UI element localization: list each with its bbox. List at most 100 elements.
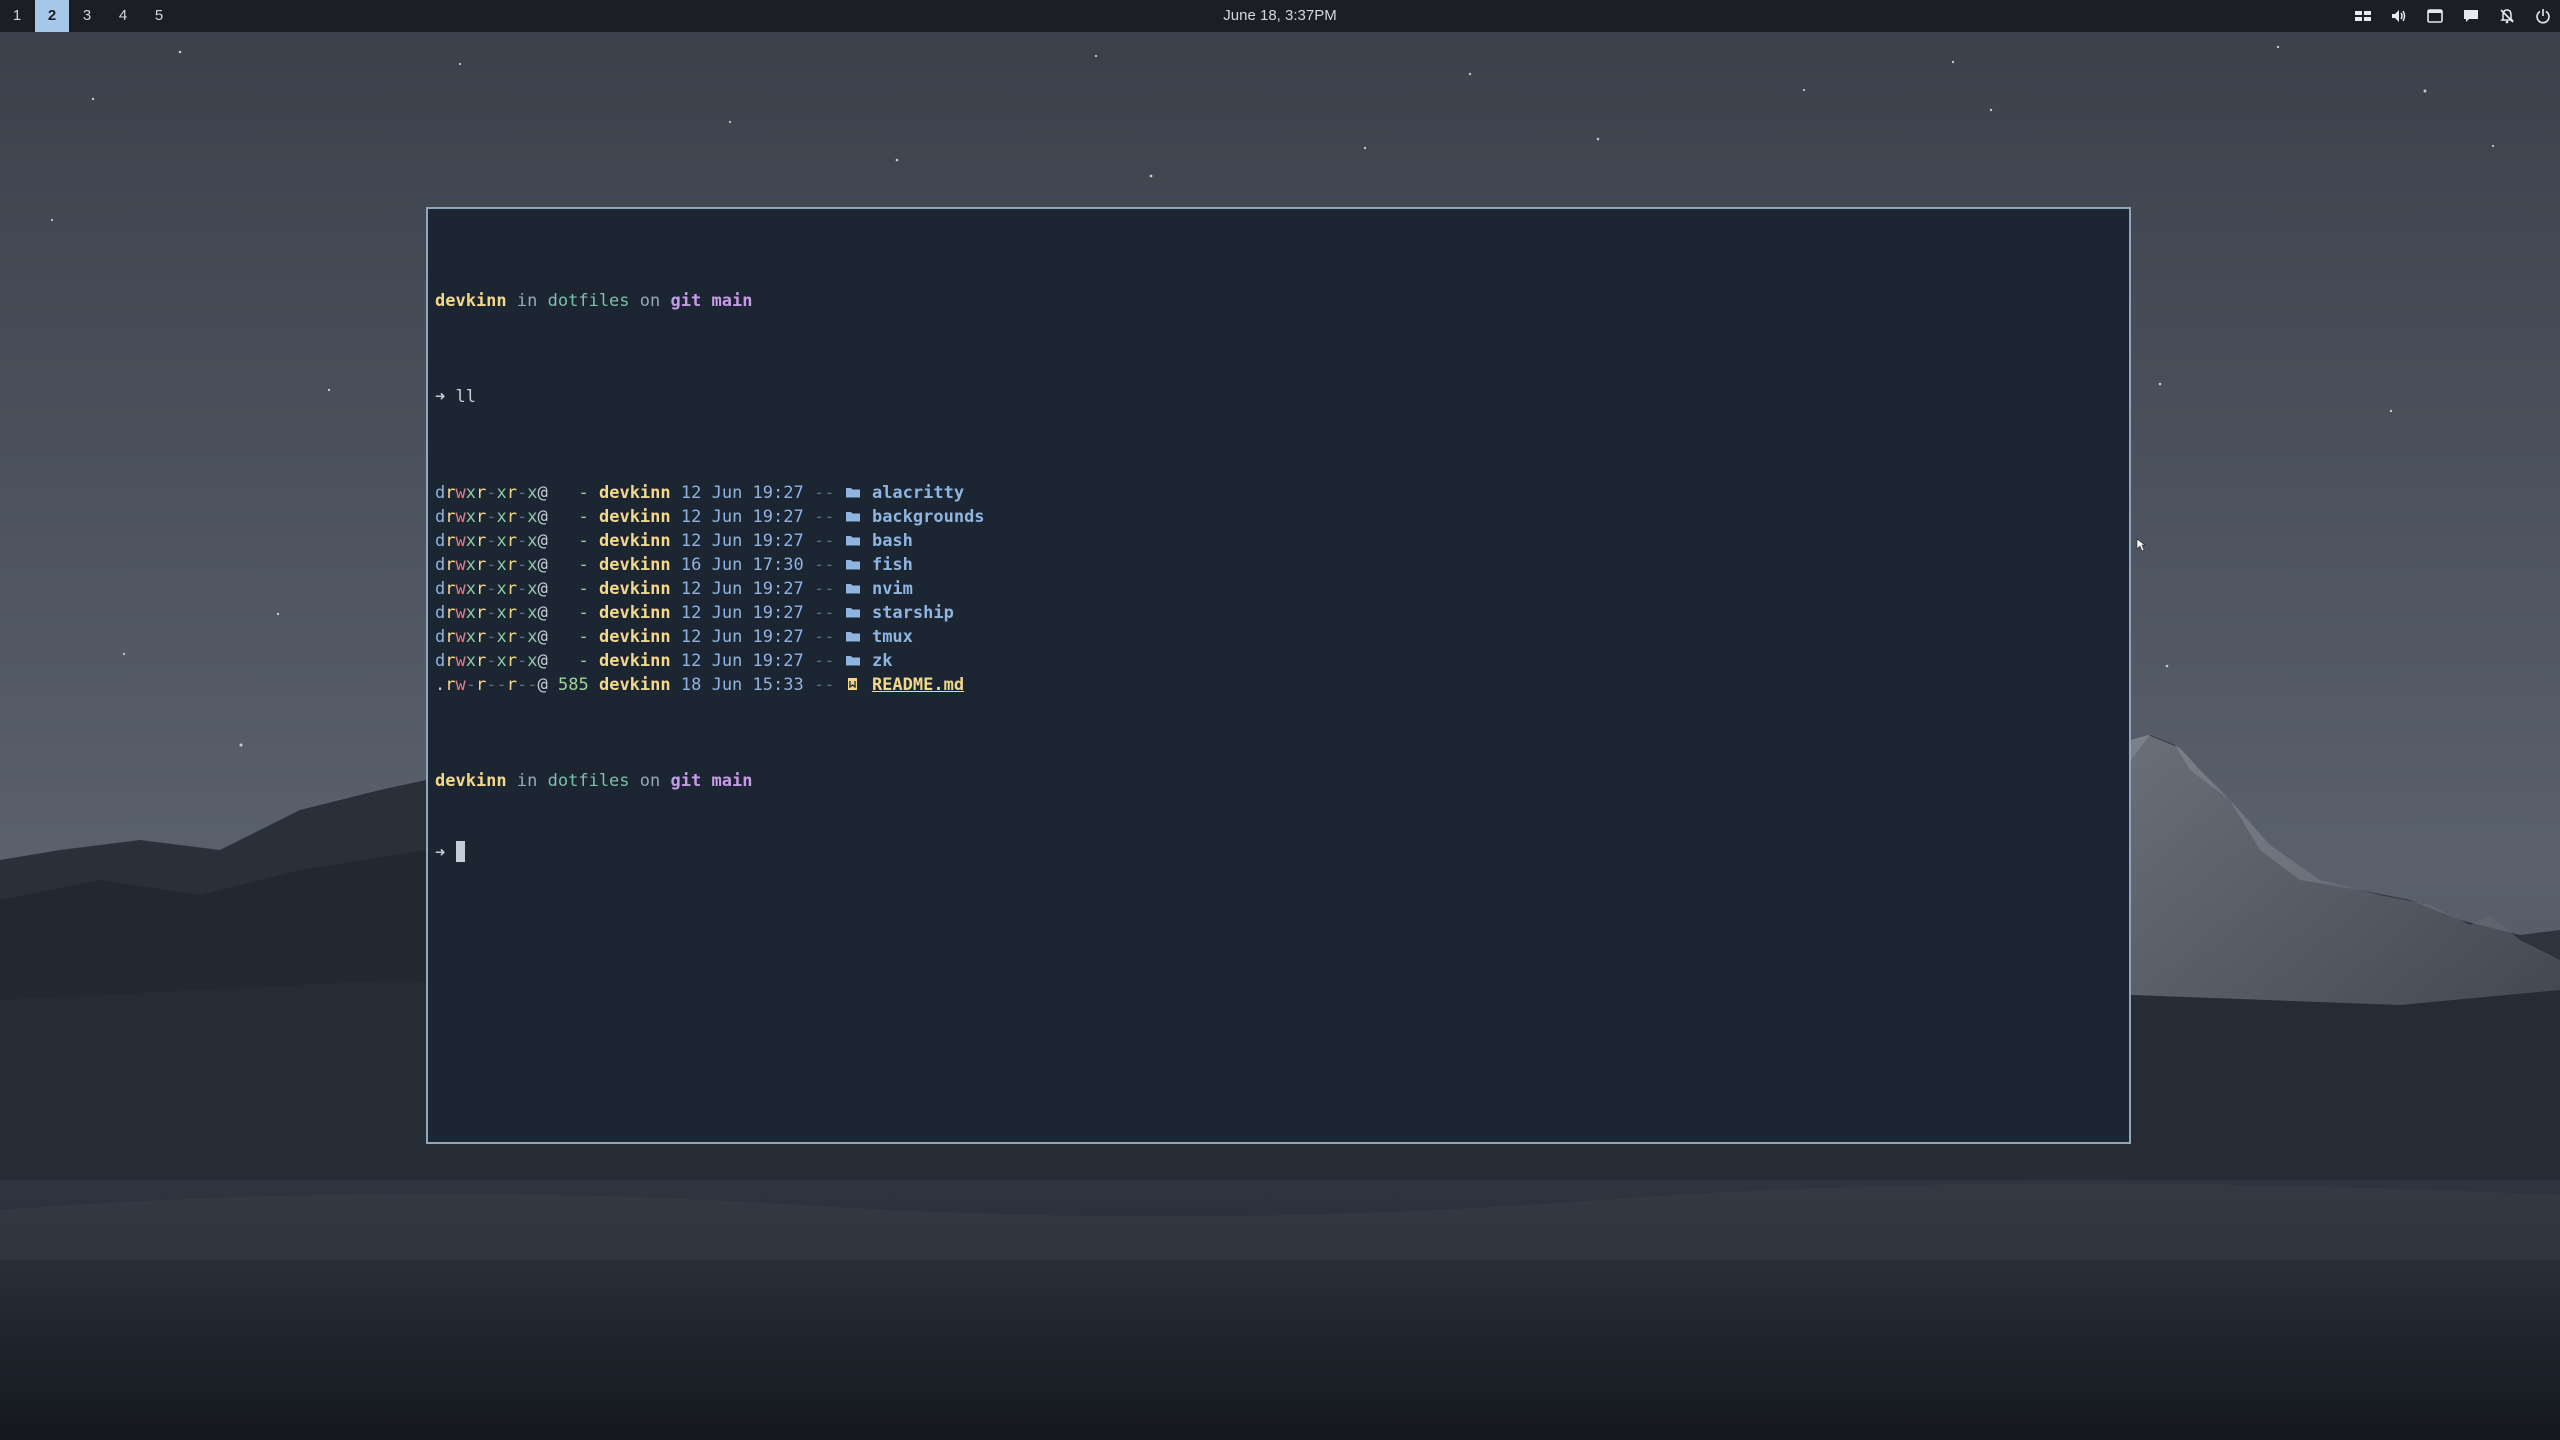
file-name: fish — [871, 555, 913, 575]
perm-bit: x — [465, 603, 476, 623]
power-icon[interactable] — [2527, 0, 2559, 32]
perm-bit: w — [455, 651, 466, 671]
perm-bit: r — [506, 603, 517, 623]
file-name: README.md — [871, 675, 965, 695]
perm-bit: w — [455, 627, 466, 647]
file-name: nvim — [871, 579, 913, 599]
file-size: - — [578, 603, 589, 623]
volume-icon[interactable] — [2383, 0, 2415, 32]
text-cursor — [455, 841, 465, 862]
perm-bit: r — [445, 627, 456, 647]
workspace-1-button[interactable]: 1 — [0, 0, 34, 32]
perm-bit: - — [486, 483, 497, 503]
file-size: - — [578, 627, 589, 647]
perm-bit: - — [517, 555, 528, 575]
perm-bit: x — [527, 627, 538, 647]
perm-type: d — [435, 531, 446, 551]
workspace-3-button[interactable]: 3 — [70, 0, 104, 32]
perm-bit: x — [465, 507, 476, 527]
list-item: drwxr-xr-x@ - devkinn 12 Jun 19:27 -- nv… — [435, 577, 985, 601]
perm-bit: - — [486, 603, 497, 623]
perm-bit: x — [527, 579, 538, 599]
workspace-5-button[interactable]: 5 — [142, 0, 176, 32]
clock[interactable]: June 18, 3:37PM — [1180, 0, 1380, 32]
perm-type: d — [435, 555, 446, 575]
perm-bit: x — [496, 579, 507, 599]
file-date: 18 Jun 15:33 — [680, 675, 804, 695]
file-name: tmux — [871, 627, 913, 647]
prompt-git: git — [670, 291, 702, 311]
perm-type: d — [435, 627, 446, 647]
xattr-flag: @ — [537, 627, 548, 647]
file-date: 12 Jun 19:27 — [680, 483, 804, 503]
perm-bit: r — [445, 579, 456, 599]
perm-bit: w — [455, 555, 466, 575]
file-date: 12 Jun 19:27 — [680, 507, 804, 527]
perm-bit: r — [476, 675, 487, 695]
perm-bit: x — [465, 555, 476, 575]
prompt-user: devkinn — [435, 771, 507, 791]
window-icon[interactable] — [2419, 0, 2451, 32]
perm-bit: w — [455, 531, 466, 551]
xattr-flag: @ — [537, 507, 548, 527]
list-item: drwxr-xr-x@ - devkinn 12 Jun 19:27 -- tm… — [435, 625, 985, 649]
prompt-dir: dotfiles — [547, 771, 630, 791]
file-date: 12 Jun 19:27 — [680, 579, 804, 599]
file-size: - — [578, 555, 589, 575]
perm-bit: w — [455, 579, 466, 599]
perm-bit: r — [506, 579, 517, 599]
perm-bit: x — [527, 507, 538, 527]
input-line[interactable]: ➜ — [435, 841, 985, 865]
prompt-branch: main — [711, 291, 753, 311]
perm-bit: r — [476, 531, 487, 551]
workspace-4-button[interactable]: 4 — [106, 0, 140, 32]
perm-bit: x — [465, 651, 476, 671]
perm-type: d — [435, 651, 446, 671]
terminal-window[interactable]: devkinn in dotfiles on git main ➜ ll drw… — [426, 207, 2131, 1144]
perm-bit: r — [476, 507, 487, 527]
list-item: drwxr-xr-x@ - devkinn 12 Jun 19:27 -- ba… — [435, 529, 985, 553]
workspace-2-button[interactable]: 2 — [35, 0, 69, 32]
perm-bit: - — [496, 675, 507, 695]
file-size: - — [578, 531, 589, 551]
xattr-flag: @ — [537, 531, 548, 551]
file-owner: devkinn — [598, 675, 671, 695]
perm-bit: x — [527, 603, 538, 623]
prompt-on: on — [639, 291, 661, 311]
prompt-arrow: ➜ — [435, 843, 446, 863]
file-owner: devkinn — [598, 507, 671, 527]
perm-bit: r — [476, 555, 487, 575]
perm-bit: - — [517, 483, 528, 503]
perm-bit: - — [465, 675, 476, 695]
perm-bit: - — [517, 627, 528, 647]
folder-icon — [845, 512, 860, 522]
chat-icon[interactable] — [2455, 0, 2487, 32]
prompt-line: devkinn in dotfiles on git main — [435, 289, 985, 313]
perm-bit: - — [517, 675, 528, 695]
perm-bit: - — [517, 651, 528, 671]
file-date: 12 Jun 19:27 — [680, 603, 804, 623]
perm-bit: - — [486, 531, 497, 551]
file-size: - — [578, 483, 589, 503]
prompt-on: on — [639, 771, 661, 791]
perm-bit: w — [455, 507, 466, 527]
perm-bit: w — [455, 675, 466, 695]
markdown-file-icon — [847, 678, 857, 690]
perm-bit: r — [445, 555, 456, 575]
file-size: - — [578, 651, 589, 671]
git-status: -- — [813, 507, 835, 527]
git-status: -- — [813, 675, 835, 695]
file-name: bash — [871, 531, 913, 551]
file-size: 585 — [558, 675, 589, 695]
file-date: 12 Jun 19:27 — [680, 651, 804, 671]
notifications-off-icon[interactable] — [2491, 0, 2523, 32]
file-name: starship — [871, 603, 954, 623]
perm-bit: r — [445, 603, 456, 623]
top-panel: 1 2 3 4 5 June 18, 3:37PM — [0, 0, 2560, 32]
prompt-branch: main — [711, 771, 753, 791]
file-owner: devkinn — [598, 579, 671, 599]
prompt-user: devkinn — [435, 291, 507, 311]
layout-icon[interactable] — [2347, 0, 2379, 32]
prompt-arrow: ➜ — [435, 387, 446, 407]
listing: drwxr-xr-x@ - devkinn 12 Jun 19:27 -- al… — [435, 481, 985, 697]
